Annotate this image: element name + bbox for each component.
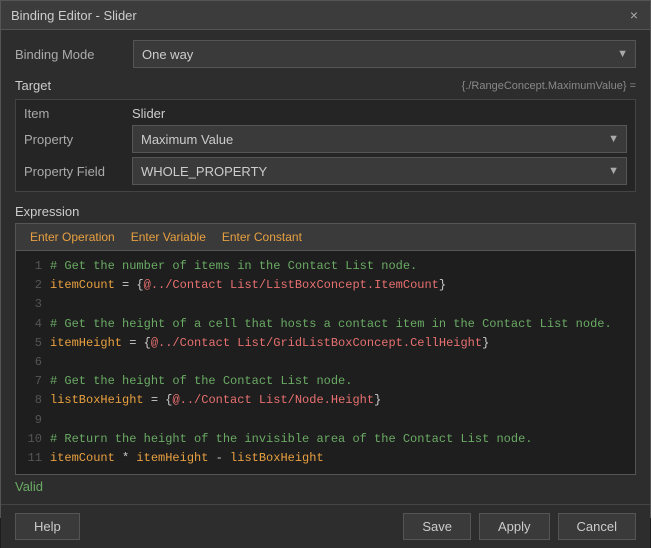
code-line: 10 # Return the height of the invisible …	[24, 430, 627, 449]
code-line: 7 # Get the height of the Contact List n…	[24, 372, 627, 391]
code-line: 11 itemCount * itemHeight - listBoxHeigh…	[24, 449, 627, 468]
property-row: Property Maximum Value Minimum Value Val…	[24, 125, 627, 153]
property-field-select[interactable]: WHOLE_PROPERTY	[132, 157, 627, 185]
property-field-row: Property Field WHOLE_PROPERTY ▼	[24, 157, 627, 185]
target-section: Target {./RangeConcept.MaximumValue} = I…	[15, 78, 636, 192]
target-expression-hint: {./RangeConcept.MaximumValue} =	[462, 80, 636, 92]
binding-editor-dialog: Binding Editor - Slider × Binding Mode O…	[0, 0, 651, 518]
code-line: 1 # Get the number of items in the Conta…	[24, 257, 627, 276]
property-select[interactable]: Maximum Value Minimum Value Value	[132, 125, 627, 153]
binding-mode-select[interactable]: One way Two way One time	[133, 40, 636, 68]
binding-mode-label: Binding Mode	[15, 47, 125, 62]
footer: Help Save Apply Cancel	[1, 504, 650, 548]
code-line: 2 itemCount = {@../Contact List/ListBoxC…	[24, 276, 627, 295]
target-header: Target {./RangeConcept.MaximumValue} =	[15, 78, 636, 93]
property-select-wrapper: Maximum Value Minimum Value Value ▼	[132, 125, 627, 153]
binding-mode-row: Binding Mode One way Two way One time ▼	[15, 40, 636, 68]
save-button[interactable]: Save	[403, 513, 471, 540]
cancel-button[interactable]: Cancel	[558, 513, 636, 540]
expression-label: Expression	[15, 204, 636, 219]
title-bar: Binding Editor - Slider ×	[1, 1, 650, 30]
code-line: 4 # Get the height of a cell that hosts …	[24, 315, 627, 334]
help-button[interactable]: Help	[15, 513, 80, 540]
code-line: 3	[24, 295, 627, 314]
item-key: Item	[24, 106, 124, 121]
code-line: 6	[24, 353, 627, 372]
target-grid: Item Slider Property Maximum Value Minim…	[15, 99, 636, 192]
property-field-select-wrapper: WHOLE_PROPERTY ▼	[132, 157, 627, 185]
expression-editor[interactable]: 1 # Get the number of items in the Conta…	[15, 250, 636, 475]
valid-status: Valid	[15, 479, 636, 494]
footer-left: Help	[15, 513, 80, 540]
code-line: 9	[24, 411, 627, 430]
enter-variable-button[interactable]: Enter Variable	[125, 228, 212, 246]
item-row: Item Slider	[24, 106, 627, 121]
property-field-key: Property Field	[24, 164, 124, 179]
dialog-title: Binding Editor - Slider	[11, 8, 137, 23]
property-key: Property	[24, 132, 124, 147]
enter-constant-button[interactable]: Enter Constant	[216, 228, 308, 246]
code-line: 5 itemHeight = {@../Contact List/GridLis…	[24, 334, 627, 353]
item-value: Slider	[132, 106, 165, 121]
footer-right: Save Apply Cancel	[403, 513, 636, 540]
target-label: Target	[15, 78, 51, 93]
expression-section: Expression Enter Operation Enter Variabl…	[15, 204, 636, 494]
expression-toolbar: Enter Operation Enter Variable Enter Con…	[15, 223, 636, 250]
enter-operation-button[interactable]: Enter Operation	[24, 228, 121, 246]
close-button[interactable]: ×	[628, 7, 640, 23]
dialog-content: Binding Mode One way Two way One time ▼ …	[1, 30, 650, 504]
code-line: 8 listBoxHeight = {@../Contact List/Node…	[24, 391, 627, 410]
apply-button[interactable]: Apply	[479, 513, 550, 540]
binding-mode-select-wrapper: One way Two way One time ▼	[133, 40, 636, 68]
